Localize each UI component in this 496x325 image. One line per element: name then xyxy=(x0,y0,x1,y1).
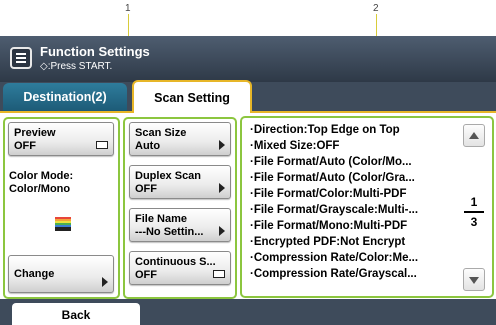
list-item: ·Mixed Size:OFF xyxy=(250,140,340,152)
file-name-label: File Name xyxy=(135,213,187,225)
continuous-scan-button[interactable]: Continuous S... OFF xyxy=(129,251,231,285)
color-mode-icon xyxy=(55,217,71,231)
change-label: Change xyxy=(14,268,55,280)
list-item: ·Compression Rate/Color:Me... xyxy=(250,252,419,264)
down-arrow-icon xyxy=(469,277,479,284)
arrow-right-icon xyxy=(102,277,108,287)
duplex-scan-button[interactable]: Duplex Scan OFF xyxy=(129,165,231,199)
list-item: ·File Format/Grayscale:Multi-... xyxy=(250,204,419,216)
menu-icon[interactable] xyxy=(10,47,32,69)
back-button[interactable]: Back xyxy=(12,303,140,325)
continuous-scan-value: OFF xyxy=(135,269,157,281)
scan-options-group: Scan Size Auto Duplex Scan OFF File Name… xyxy=(123,117,237,299)
arrow-right-icon xyxy=(219,226,225,236)
color-mode-label: Color Mode: xyxy=(9,170,74,182)
duplex-scan-label: Duplex Scan xyxy=(135,170,202,182)
preview-button[interactable]: Preview OFF xyxy=(8,122,114,156)
arrow-right-icon xyxy=(219,140,225,150)
file-name-button[interactable]: File Name ---No Settin... xyxy=(129,208,231,242)
callout-1: 1 xyxy=(125,3,131,14)
page-total: 3 xyxy=(470,215,478,229)
scan-size-button[interactable]: Scan Size Auto xyxy=(129,122,231,156)
scan-size-value: Auto xyxy=(135,140,161,152)
scroll-down-button[interactable] xyxy=(463,268,485,291)
list-item: ·File Format/Auto (Color/Gra... xyxy=(250,172,415,184)
page-title: Function Settings xyxy=(40,44,150,59)
scroll-up-button[interactable] xyxy=(463,124,485,147)
list-item: ·Compression Rate/Grayscal... xyxy=(250,268,417,280)
header-bar: Function Settings ◇:Press START. xyxy=(0,36,496,82)
preview-value: OFF xyxy=(14,140,36,152)
list-item: ·File Format/Auto (Color/Mo... xyxy=(250,156,412,168)
device-screen: Function Settings ◇:Press START. Destina… xyxy=(0,36,496,325)
tab-destination[interactable]: Destination(2) xyxy=(3,83,127,111)
toggle-box-icon xyxy=(96,141,108,149)
tab-scan-setting[interactable]: Scan Setting xyxy=(132,80,252,113)
color-mode-value: Color/Mono xyxy=(9,183,71,195)
list-item: ·Encrypted PDF:Not Encrypt xyxy=(250,236,406,248)
up-arrow-icon xyxy=(469,132,479,139)
toggle-box-icon xyxy=(213,270,225,278)
start-hint: ◇:Press START. xyxy=(40,61,113,72)
duplex-scan-value: OFF xyxy=(135,183,157,195)
callout-2: 2 xyxy=(373,3,379,14)
page-divider xyxy=(464,211,484,213)
footer-bar: Back xyxy=(0,299,496,325)
page-current: 1 xyxy=(470,195,478,209)
change-button[interactable]: Change xyxy=(8,255,114,293)
continuous-scan-label: Continuous S... xyxy=(135,256,216,268)
list-item: ·File Format/Color:Multi-PDF xyxy=(250,188,407,200)
preview-color-group: Preview OFF Color Mode: Color/Mono Chang… xyxy=(3,117,120,299)
arrow-right-icon xyxy=(219,183,225,193)
scan-size-label: Scan Size xyxy=(135,127,187,139)
list-item: ·Direction:Top Edge on Top xyxy=(250,124,400,136)
list-item: ·File Format/Mono:Multi-PDF xyxy=(250,220,408,232)
preview-label: Preview xyxy=(14,127,56,139)
file-name-value: ---No Settin... xyxy=(135,226,204,238)
settings-summary-list[interactable]: ·Direction:Top Edge on Top ·Mixed Size:O… xyxy=(240,116,494,298)
